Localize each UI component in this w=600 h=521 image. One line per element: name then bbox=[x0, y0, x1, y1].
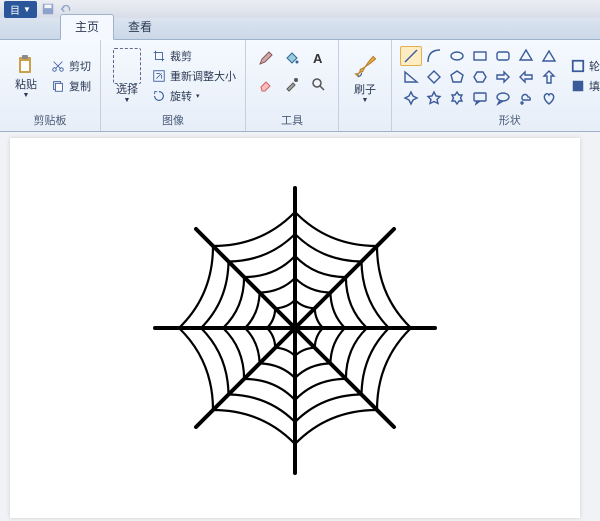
shape-polygon[interactable] bbox=[515, 46, 537, 66]
scissors-icon bbox=[51, 59, 65, 73]
crop-label: 裁剪 bbox=[170, 48, 192, 64]
canvas[interactable] bbox=[10, 138, 580, 518]
eyedropper-icon bbox=[284, 76, 300, 92]
fill-icon bbox=[571, 79, 585, 93]
copy-button[interactable]: 复制 bbox=[48, 77, 94, 95]
chevron-down-icon: ▼ bbox=[362, 97, 369, 104]
outline-button[interactable]: 轮廓 ▾ bbox=[568, 57, 600, 75]
paste-button[interactable]: 粘贴 ▼ bbox=[6, 42, 46, 110]
tool-text[interactable]: A bbox=[306, 46, 330, 70]
group-clipboard-label: 剪贴板 bbox=[6, 110, 94, 131]
text-icon: A bbox=[310, 50, 326, 66]
resize-label: 重新调整大小 bbox=[170, 68, 236, 84]
tool-fill[interactable] bbox=[280, 46, 304, 70]
svg-text:A: A bbox=[313, 51, 323, 66]
app-menu-button[interactable]: 目▼ bbox=[4, 1, 37, 18]
shape-pentagon[interactable] bbox=[446, 67, 468, 87]
tab-home[interactable]: 主页 bbox=[60, 14, 114, 40]
fill-label: 填充 bbox=[589, 78, 600, 94]
group-image-label: 图像 bbox=[107, 110, 239, 131]
brush-button[interactable]: 刷子 ▼ bbox=[345, 42, 385, 114]
rotate-icon bbox=[152, 89, 166, 103]
tool-pencil[interactable] bbox=[254, 46, 278, 70]
group-shapes: 轮廓 ▾ 填充 ▾ 形状 bbox=[392, 40, 600, 131]
copy-icon bbox=[51, 79, 65, 93]
chevron-down-icon: ▾ bbox=[196, 92, 200, 100]
paste-icon bbox=[14, 53, 38, 77]
copy-label: 复制 bbox=[69, 78, 91, 94]
resize-button[interactable]: 重新调整大小 bbox=[149, 67, 239, 85]
shape-callout-oval[interactable] bbox=[492, 88, 514, 106]
chevron-down-icon: ▼ bbox=[23, 92, 30, 99]
shape-star6[interactable] bbox=[446, 88, 468, 106]
tool-picker[interactable] bbox=[280, 72, 304, 96]
tool-eraser[interactable] bbox=[254, 72, 278, 96]
shapes-gallery[interactable] bbox=[398, 42, 562, 106]
shape-hexagon[interactable] bbox=[469, 67, 491, 87]
tab-view[interactable]: 查看 bbox=[114, 15, 166, 39]
shape-line[interactable] bbox=[400, 46, 422, 66]
tool-zoom[interactable] bbox=[306, 72, 330, 96]
ribbon-tabs: 主页 查看 bbox=[0, 18, 600, 40]
brush-icon bbox=[351, 52, 379, 82]
select-icon bbox=[113, 48, 141, 84]
shape-right-tri[interactable] bbox=[400, 67, 422, 87]
chevron-down-icon: ▼ bbox=[124, 97, 131, 104]
cut-label: 剪切 bbox=[69, 58, 91, 74]
shape-arrow-l[interactable] bbox=[515, 67, 537, 87]
save-icon[interactable] bbox=[41, 2, 55, 16]
drawing-spider-web bbox=[145, 173, 445, 483]
select-label: 选择 bbox=[116, 84, 138, 96]
eraser-icon bbox=[258, 76, 274, 92]
shape-rect[interactable] bbox=[469, 46, 491, 66]
rotate-button[interactable]: 旋转 ▾ bbox=[149, 87, 239, 105]
group-shapes-label: 形状 bbox=[398, 110, 600, 131]
shape-callout-rect[interactable] bbox=[469, 88, 491, 106]
shape-arrow-r[interactable] bbox=[492, 67, 514, 87]
cut-button[interactable]: 剪切 bbox=[48, 57, 94, 75]
shape-curve[interactable] bbox=[423, 46, 445, 66]
group-clipboard: 粘贴 ▼ 剪切 复制 剪贴板 bbox=[0, 40, 101, 131]
outline-label: 轮廓 bbox=[589, 58, 600, 74]
shape-heart[interactable] bbox=[538, 88, 560, 106]
shape-diamond[interactable] bbox=[423, 67, 445, 87]
pencil-icon bbox=[258, 50, 274, 66]
ribbon: 粘贴 ▼ 剪切 复制 剪贴板 选择 ▼ bbox=[0, 40, 600, 132]
resize-icon bbox=[152, 69, 166, 83]
brush-label: 刷子 bbox=[354, 84, 376, 96]
shape-star4[interactable] bbox=[400, 88, 422, 106]
group-tools: A 工具 bbox=[246, 40, 339, 131]
crop-button[interactable]: 裁剪 bbox=[149, 47, 239, 65]
outline-icon bbox=[571, 59, 585, 73]
shape-arrow-u[interactable] bbox=[538, 67, 560, 87]
paste-label: 粘贴 bbox=[15, 79, 37, 91]
magnifier-icon bbox=[310, 76, 326, 92]
canvas-area bbox=[0, 132, 600, 521]
shape-star5[interactable] bbox=[423, 88, 445, 106]
group-tools-label: 工具 bbox=[252, 110, 332, 131]
group-image: 选择 ▼ 裁剪 重新调整大小 旋转 ▾ 图像 bbox=[101, 40, 246, 131]
select-button[interactable]: 选择 ▼ bbox=[107, 42, 147, 110]
shape-triangle[interactable] bbox=[538, 46, 560, 66]
shape-oval[interactable] bbox=[446, 46, 468, 66]
bucket-icon bbox=[284, 50, 300, 66]
crop-icon bbox=[152, 49, 166, 63]
group-brush: 刷子 ▼ bbox=[339, 40, 392, 131]
rotate-label: 旋转 bbox=[170, 88, 192, 104]
shape-callout-cloud[interactable] bbox=[515, 88, 537, 106]
fill-button[interactable]: 填充 ▾ bbox=[568, 77, 600, 95]
shape-roundrect[interactable] bbox=[492, 46, 514, 66]
